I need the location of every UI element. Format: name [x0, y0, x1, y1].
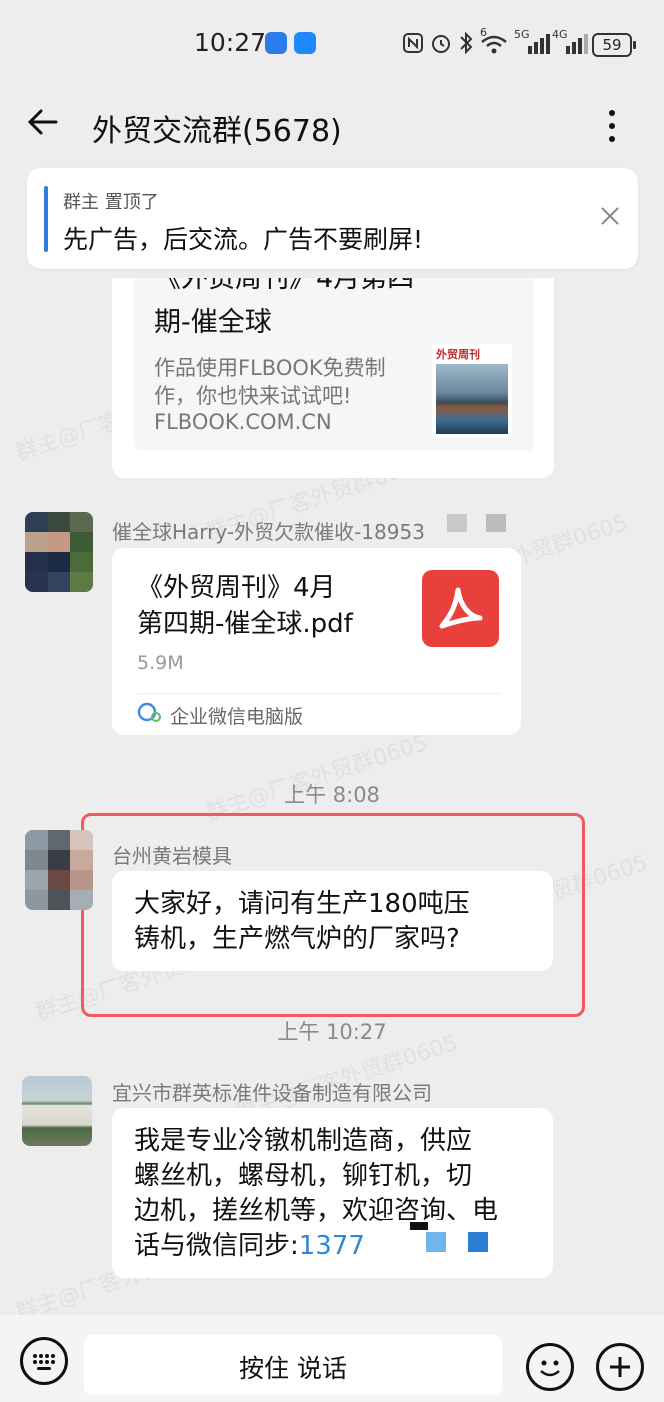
- message-line2: 螺丝机，螺母机，铆钉机，切: [134, 1161, 473, 1191]
- ship-photo: [436, 364, 508, 434]
- avatar[interactable]: [25, 830, 93, 910]
- signal-5g-icon: 5G: [514, 28, 550, 54]
- sender-name: 宜兴市群英标准件设备制造有限公司: [112, 1081, 432, 1105]
- pdf-icon: [422, 570, 499, 647]
- link-card-title: 期-催全球: [154, 307, 272, 338]
- file-name-line2: 第四期-催全球.pdf: [137, 609, 353, 639]
- pinned-meta: 群主 置顶了: [63, 192, 159, 213]
- thumbnail-label: 外贸周刊: [436, 348, 480, 361]
- text-message[interactable]: 大家好，请问有生产180吨压 铸机，生产燃气炉的厂家吗?: [112, 871, 553, 971]
- signal-4g-icon: 4G: [552, 28, 588, 54]
- hold-to-talk-label: 按住 说话: [239, 1354, 347, 1383]
- chat-title: 外贸交流群(5678): [92, 114, 342, 149]
- time-separator: 上午 8:08: [284, 783, 380, 807]
- file-size: 5.9M: [137, 652, 184, 674]
- message-line4: 话与微信同步:: [134, 1231, 299, 1261]
- signal-5g-label: 5G: [514, 28, 530, 41]
- pinned-text: 先广告，后交流。广告不要刷屏!: [63, 225, 424, 254]
- file-source: 企业微信电脑版: [170, 706, 304, 728]
- link-card-thumbnail: 外贸周刊: [432, 344, 512, 438]
- signal-4g-label: 4G: [552, 28, 568, 41]
- app-notification-icon-2: [294, 32, 316, 54]
- more-options-icon[interactable]: [600, 106, 624, 146]
- message-line1: 大家好，请问有生产180吨压: [134, 889, 470, 919]
- message-line1: 我是专业冷镦机制造商，供应: [134, 1126, 473, 1156]
- file-name: 《外贸周刊》4月 第四期-催全球.pdf: [137, 570, 353, 642]
- pinned-accent-bar: [44, 186, 48, 252]
- back-arrow-icon[interactable]: [26, 105, 60, 148]
- redaction-cover: [382, 1220, 542, 1270]
- watermark: 群主@厂客外贸群0605: [202, 730, 431, 827]
- redacted-block: [486, 514, 506, 532]
- keyboard-icon[interactable]: [20, 1337, 68, 1385]
- avatar-building-photo[interactable]: [22, 1076, 92, 1146]
- link-card-desc-line2: 作，你也快来试试吧!: [154, 384, 352, 408]
- emoji-icon[interactable]: [526, 1343, 574, 1391]
- link-card-description: 作品使用FLBOOK免费制 作，你也快来试试吧!: [154, 354, 386, 410]
- close-icon[interactable]: [599, 204, 621, 234]
- link-card-desc-line1: 作品使用FLBOOK免费制: [154, 356, 386, 380]
- status-time: 10:27: [194, 28, 267, 57]
- add-plus-icon[interactable]: [596, 1343, 644, 1391]
- status-bar: 10:27 6 5G 4G 59: [0, 0, 664, 86]
- hold-to-talk-button[interactable]: 按住 说话: [84, 1335, 502, 1395]
- time-separator: 上午 10:27: [277, 1020, 387, 1044]
- alarm-icon: [432, 35, 450, 53]
- redacted-block: [447, 514, 467, 532]
- avatar[interactable]: [25, 512, 93, 592]
- phone-number-link[interactable]: 1377: [299, 1231, 365, 1261]
- link-card-message[interactable]: 《外贸周刊》4月第四 期-催全球 作品使用FLBOOK免费制 作，你也快来试试吧…: [112, 278, 554, 478]
- bluetooth-icon: [460, 31, 473, 55]
- message-line2: 铸机，生产燃气炉的厂家吗?: [134, 924, 460, 954]
- file-message[interactable]: 《外贸周刊》4月 第四期-催全球.pdf 5.9M 企业微信电脑版: [112, 548, 521, 735]
- message-text: 大家好，请问有生产180吨压 铸机，生产燃气炉的厂家吗?: [134, 887, 470, 957]
- input-bar: 按住 说话: [0, 1315, 664, 1402]
- link-card-inner: 《外贸周刊》4月第四 期-催全球 作品使用FLBOOK免费制 作，你也快来试试吧…: [134, 278, 534, 450]
- text-message[interactable]: 我是专业冷镦机制造商，供应 螺丝机，螺母机，铆钉机，切 边机，搓丝机等，欢迎咨询…: [112, 1108, 553, 1278]
- pinned-announcement[interactable]: 群主 置顶了 先广告，后交流。广告不要刷屏!: [27, 168, 638, 269]
- battery-indicator: 59: [592, 33, 636, 57]
- app-notification-icon: [265, 32, 287, 54]
- nfc-icon: [403, 33, 423, 53]
- wifi-6-label: 6: [480, 26, 487, 39]
- wecom-icon: [137, 702, 163, 724]
- sender-name: 台州黄岩模具: [112, 844, 232, 868]
- file-name-line1: 《外贸周刊》4月: [137, 573, 336, 603]
- divider: [137, 693, 501, 694]
- link-card-domain: FLBOOK.COM.CN: [154, 410, 332, 434]
- sender-name: 催全球Harry-外贸欠款催收-18953: [112, 520, 425, 544]
